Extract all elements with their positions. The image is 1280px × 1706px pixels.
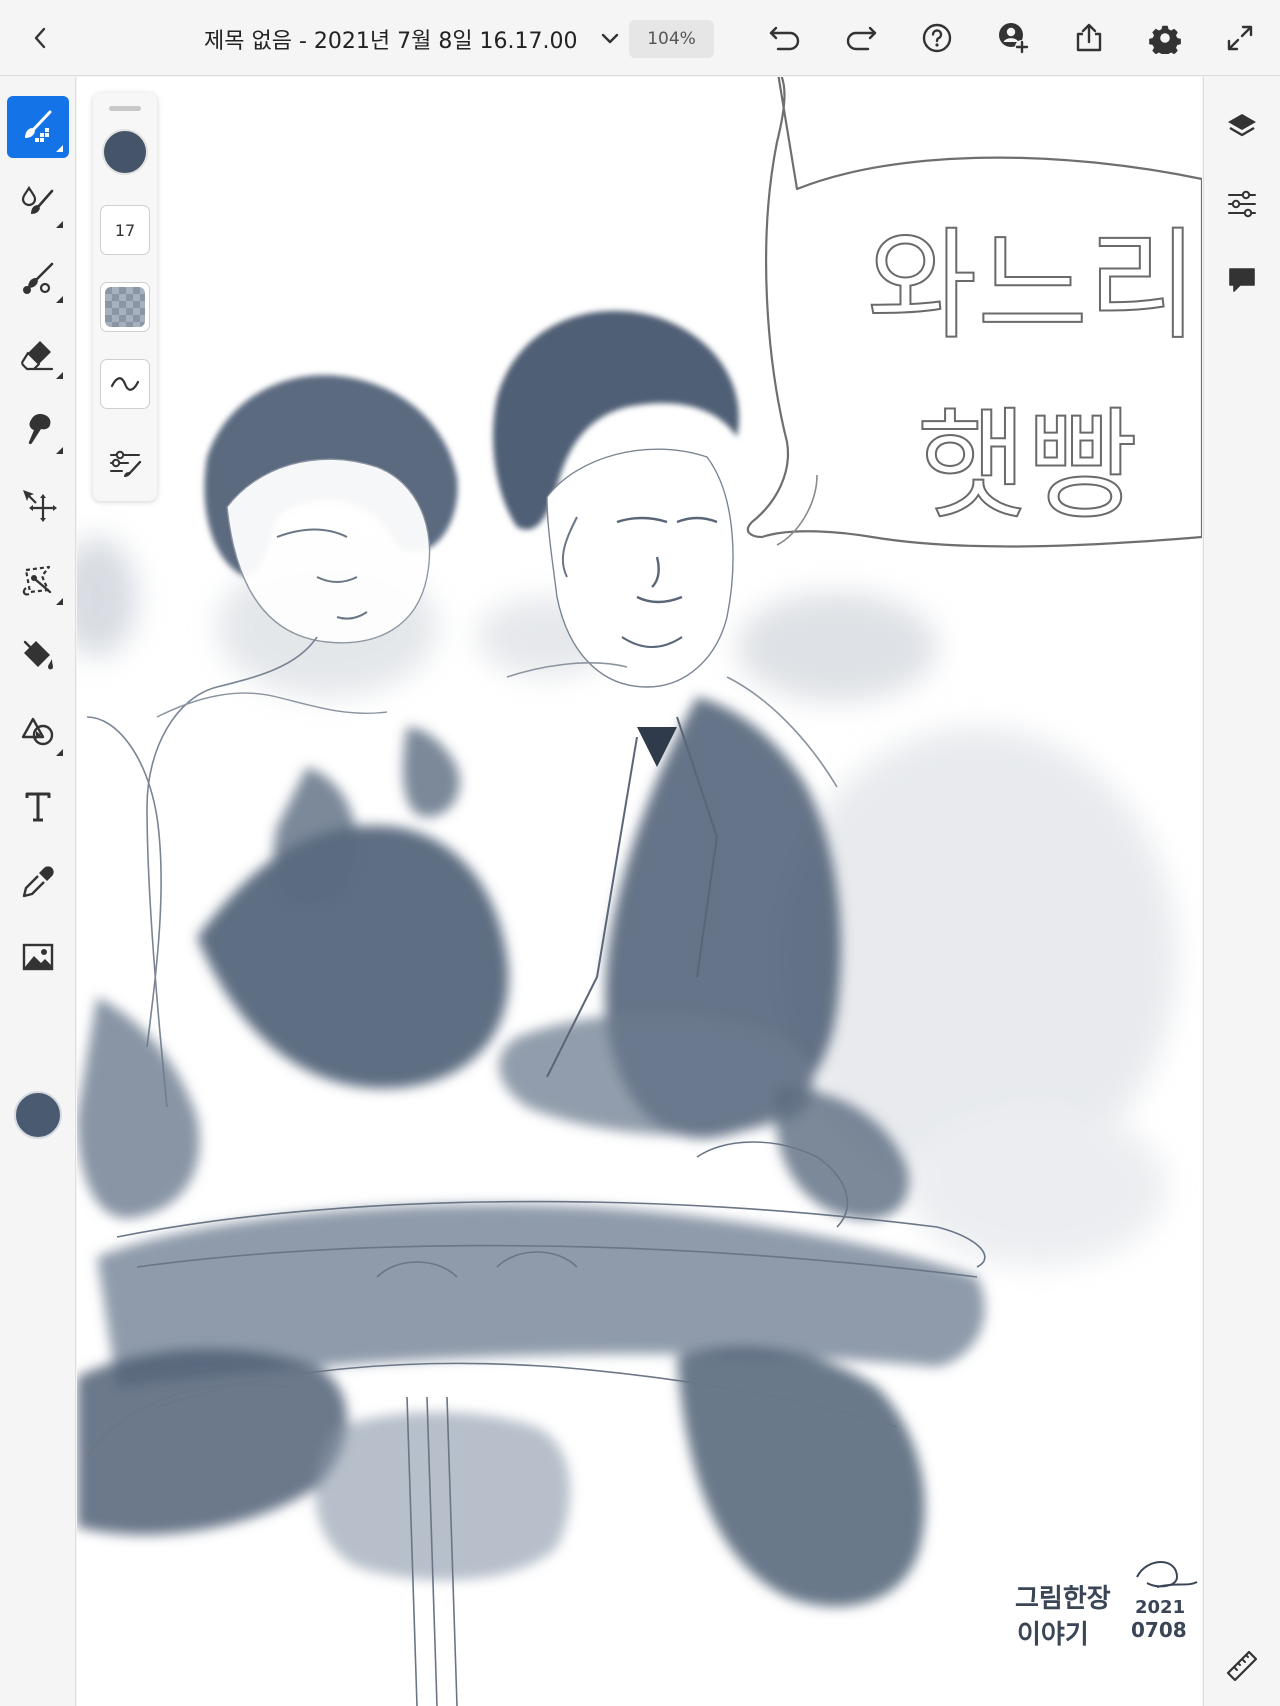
move-transform-icon <box>23 490 57 522</box>
artist-signature: 그림한장 이야기 2021 0708 <box>1015 1561 1198 1650</box>
tool-place-image[interactable] <box>7 926 69 988</box>
color-swatch[interactable] <box>14 1091 62 1139</box>
smudge-icon <box>28 414 51 445</box>
paint-bucket-icon <box>23 640 53 670</box>
gear-icon <box>1149 25 1181 54</box>
shape-icon <box>21 717 54 746</box>
brush-opacity-control[interactable] <box>100 282 150 332</box>
comments-button[interactable] <box>1221 259 1263 301</box>
signature-day: 0708 <box>1131 1618 1187 1642</box>
signature-line-1: 그림한장 <box>1015 1584 1111 1614</box>
help-button[interactable] <box>916 17 958 59</box>
speech-bubble: 와느리 햇빵 <box>746 77 1202 548</box>
brush-size-value: 17 <box>114 220 136 240</box>
flow-wave-icon <box>110 377 140 391</box>
scooter-wash <box>77 1204 985 1607</box>
chevron-down-icon <box>601 33 618 44</box>
invite-button[interactable] <box>992 17 1034 59</box>
speech-text-line-2: 햇빵 <box>917 397 1138 536</box>
image-icon <box>22 943 54 971</box>
invite-user-icon <box>999 23 1029 54</box>
fullscreen-button[interactable] <box>1219 17 1261 59</box>
brush-settings-button[interactable] <box>105 443 145 483</box>
tool-flyout-indicator <box>56 598 63 605</box>
zoom-level[interactable]: 104% <box>629 20 714 58</box>
back-button[interactable] <box>22 20 58 56</box>
comment-icon <box>1229 268 1255 292</box>
pixel-brush-icon <box>25 110 52 142</box>
tool-pixel-brush[interactable] <box>7 96 69 158</box>
panel-drag-handle[interactable] <box>109 106 141 111</box>
tool-eraser[interactable] <box>7 323 69 385</box>
layers-icon <box>1228 114 1256 137</box>
artwork: 와느리 햇빵 그림한장 이야기 2021 0708 <box>77 77 1202 1706</box>
vector-brush-icon <box>23 262 54 294</box>
tool-flyout-indicator <box>56 372 63 379</box>
right-toolbar <box>1203 77 1280 1706</box>
signature-year: 2021 <box>1135 1597 1185 1618</box>
tool-eyedropper[interactable] <box>7 851 69 913</box>
watercolor-brush-icon <box>21 185 54 214</box>
dress-wash <box>77 767 509 1219</box>
eyedropper-icon <box>22 866 54 898</box>
share-button[interactable] <box>1068 17 1110 59</box>
tool-transform[interactable] <box>7 474 69 536</box>
document-title[interactable]: 제목 없음 - 2021년 7월 8일 16.17.00 <box>204 23 578 55</box>
redo-icon <box>846 26 877 51</box>
chevron-left-icon <box>34 27 46 49</box>
opacity-swatch <box>105 287 145 327</box>
layers-button[interactable] <box>1221 106 1263 148</box>
text-icon <box>25 792 51 822</box>
sliders-icon <box>1228 190 1256 218</box>
drawing-canvas[interactable]: 와느리 햇빵 그림한장 이야기 2021 0708 <box>77 77 1202 1706</box>
eraser-icon <box>21 341 54 371</box>
tool-flyout-indicator <box>56 296 63 303</box>
ruler-button[interactable] <box>1221 1645 1263 1687</box>
tool-flyout-indicator <box>56 749 63 756</box>
left-toolbar <box>0 77 76 1706</box>
signature-line-2: 이야기 <box>1017 1620 1089 1650</box>
tool-flyout-indicator <box>56 447 63 454</box>
tool-flyout-indicator <box>56 145 63 152</box>
brush-color-swatch[interactable] <box>102 129 148 175</box>
brush-size-control[interactable]: 17 <box>100 205 150 255</box>
top-bar: 제목 없음 - 2021년 7월 8일 16.17.00 104% <box>0 0 1280 76</box>
settings-button[interactable] <box>1144 17 1186 59</box>
redo-button[interactable] <box>840 17 882 59</box>
title-area: 제목 없음 - 2021년 7월 8일 16.17.00 <box>204 20 624 58</box>
title-menu-button[interactable] <box>596 25 624 53</box>
share-icon <box>1076 23 1102 52</box>
brush-flow-control[interactable] <box>100 359 150 409</box>
brush-settings-icon <box>110 450 142 477</box>
undo-button[interactable] <box>764 17 806 59</box>
tool-text[interactable] <box>7 776 69 838</box>
layer-properties-button[interactable] <box>1221 183 1263 225</box>
speech-text-line-1: 와느리 <box>867 217 1198 356</box>
tool-vector-brush[interactable] <box>7 247 69 309</box>
help-icon <box>922 23 952 53</box>
tool-live-brush[interactable] <box>7 172 69 234</box>
lasso-select-icon <box>22 565 52 596</box>
tool-flyout-indicator <box>56 221 63 228</box>
expand-icon <box>1227 25 1253 51</box>
ruler-icon <box>1226 1650 1258 1682</box>
brush-properties-panel: 17 <box>93 93 157 501</box>
tool-fill[interactable] <box>7 624 69 686</box>
undo-icon <box>769 26 800 51</box>
tool-shape[interactable] <box>7 700 69 762</box>
tool-lasso-select[interactable] <box>7 549 69 611</box>
tool-smudge[interactable] <box>7 398 69 460</box>
